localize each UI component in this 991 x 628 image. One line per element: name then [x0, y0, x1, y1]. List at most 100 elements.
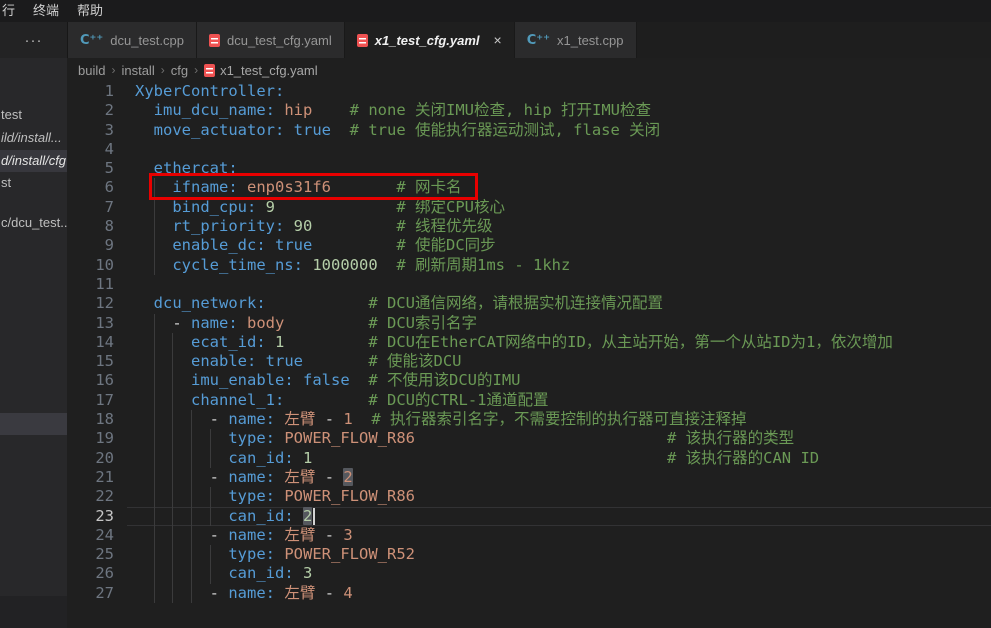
- code-token: enp0s31f6: [247, 178, 331, 196]
- code-token: [415, 429, 667, 447]
- indent-guide: [191, 410, 192, 429]
- menu-item-行[interactable]: 行: [0, 0, 24, 22]
- tab-label: dcu_test.cpp: [110, 33, 184, 48]
- code-token: -: [135, 526, 228, 544]
- code-line[interactable]: enable: true # 使能该DCU: [127, 352, 991, 371]
- code-token: -: [315, 410, 343, 428]
- code-token: [256, 198, 265, 216]
- breadcrumb-item-file[interactable]: x1_test_cfg.yaml: [204, 63, 318, 78]
- menu-item-帮助[interactable]: 帮助: [68, 0, 112, 22]
- code-line[interactable]: can_id: 1 # 该执行器的CAN ID: [127, 449, 991, 468]
- code-token: false: [303, 371, 350, 389]
- code-token: [266, 294, 369, 312]
- code-token: true: [275, 236, 312, 254]
- code-token: [135, 564, 228, 582]
- code-row: 13 - name: body # DCU索引名字: [67, 314, 991, 333]
- indent-guide: [172, 526, 173, 545]
- tab-label: x1_test_cfg.yaml: [375, 33, 480, 48]
- code-line[interactable]: XyberController:: [127, 82, 991, 101]
- code-token: ifname:: [172, 178, 237, 196]
- code-line[interactable]: can_id: 2: [127, 507, 991, 526]
- code-line[interactable]: rt_priority: 90 # 线程优先级: [127, 217, 991, 236]
- code-token: imu_enable:: [191, 371, 294, 389]
- code-line[interactable]: imu_enable: false # 不使用该DCU的IMU: [127, 371, 991, 390]
- breadcrumb-item-install[interactable]: install: [121, 63, 154, 78]
- code-token: # 该执行器的CAN ID: [667, 449, 819, 467]
- code-token: [135, 121, 154, 139]
- code-token: [135, 449, 228, 467]
- code-line[interactable]: enable_dc: true # 使能DC同步: [127, 236, 991, 255]
- sidebar-item[interactable]: st: [0, 172, 67, 194]
- code-token: true: [294, 121, 331, 139]
- menu-item-终端[interactable]: 终端: [24, 0, 68, 22]
- code-line[interactable]: imu_dcu_name: hip # none 关闭IMU检查, hip 打开…: [127, 101, 991, 120]
- close-icon[interactable]: ×: [494, 33, 502, 47]
- code-line[interactable]: type: POWER_FLOW_R52: [127, 545, 991, 564]
- breadcrumb: build›install›cfg›x1_test_cfg.yaml: [67, 58, 991, 82]
- code-row: 12 dcu_network: # DCU通信网络，请根据实机连接情况配置: [67, 294, 991, 313]
- code-token: enable_dc:: [172, 236, 265, 254]
- line-number: 1: [67, 82, 127, 101]
- code-row: 15 enable: true # 使能该DCU: [67, 352, 991, 371]
- breadcrumb-item-cfg[interactable]: cfg: [171, 63, 188, 78]
- code-line[interactable]: bind_cpu: 9 # 绑定CPU核心: [127, 198, 991, 217]
- tab-x1_test.cpp[interactable]: C⁺⁺x1_test.cpp: [515, 22, 637, 58]
- code-line[interactable]: - name: 左臂 - 1 # 执行器索引名字，不需要控制的执行器可直接注释掉: [127, 410, 991, 429]
- indent-guide: [191, 507, 192, 526]
- tab-bar-empty-space: [637, 22, 991, 58]
- indent-guide: [210, 487, 211, 506]
- indent-guide: [172, 449, 173, 468]
- code-line[interactable]: type: POWER_FLOW_R86: [127, 487, 991, 506]
- sidebar-item[interactable]: d/install/cfg: [0, 150, 67, 172]
- indent-guide: [172, 352, 173, 371]
- code-token: # 该执行器的类型: [667, 429, 794, 447]
- chevron-right-icon: ›: [111, 63, 115, 77]
- code-line[interactable]: move_actuator: true # true 使能执行器运动测试, fl…: [127, 121, 991, 140]
- sidebar-item[interactable]: ild/install...: [0, 127, 67, 149]
- code-token: [312, 217, 396, 235]
- text-cursor: [313, 508, 315, 525]
- code-line[interactable]: - name: 左臂 - 2: [127, 468, 991, 487]
- tab-dcu_test_cfg.yaml[interactable]: dcu_test_cfg.yaml: [197, 22, 345, 58]
- code-line[interactable]: dcu_network: # DCU通信网络，请根据实机连接情况配置: [127, 294, 991, 313]
- code-line[interactable]: - name: body # DCU索引名字: [127, 314, 991, 333]
- tab-dcu_test.cpp[interactable]: C⁺⁺dcu_test.cpp: [68, 22, 197, 58]
- indent-guide: [172, 507, 173, 526]
- sidebar-item[interactable]: c/dcu_test...: [0, 212, 67, 234]
- code-token: dcu_network:: [154, 294, 266, 312]
- tab-overflow-button[interactable]: ···: [0, 22, 68, 58]
- code-line[interactable]: type: POWER_FLOW_R86 # 该执行器的类型: [127, 429, 991, 448]
- line-number: 8: [67, 217, 127, 236]
- code-row: 25 type: POWER_FLOW_R52: [67, 545, 991, 564]
- line-number: 23: [67, 507, 127, 526]
- indent-guide: [210, 564, 211, 583]
- code-row: 19 type: POWER_FLOW_R86 # 该执行器的类型: [67, 429, 991, 448]
- code-line[interactable]: channel_1: # DCU的CTRL-1通道配置: [127, 391, 991, 410]
- sidebar-item[interactable]: test: [0, 104, 67, 126]
- code-line[interactable]: - name: 左臂 - 3: [127, 526, 991, 545]
- indent-guide: [154, 391, 155, 410]
- code-row: 14 ecat_id: 1 # DCU在EtherCAT网络中的ID，从主站开始…: [67, 333, 991, 352]
- code-editor[interactable]: 1XyberController: 2 imu_dcu_name: hip # n…: [67, 82, 991, 628]
- code-line[interactable]: ecat_id: 1 # DCU在EtherCAT网络中的ID，从主站开始，第一…: [127, 333, 991, 352]
- tab-x1_test_cfg.yaml[interactable]: x1_test_cfg.yaml ×: [345, 22, 515, 58]
- code-row: 24 - name: 左臂 - 3: [67, 526, 991, 545]
- code-token: enable:: [191, 352, 256, 370]
- code-line[interactable]: can_id: 3: [127, 564, 991, 583]
- line-number: 20: [67, 449, 127, 468]
- cpp-file-icon: C⁺⁺: [527, 33, 550, 48]
- line-number: 12: [67, 294, 127, 313]
- code-line[interactable]: - name: 左臂 - 4: [127, 584, 991, 603]
- code-token: [331, 121, 350, 139]
- code-line[interactable]: cycle_time_ns: 1000000 # 刷新周期1ms - 1khz: [127, 256, 991, 275]
- code-line[interactable]: [127, 275, 991, 294]
- breadcrumb-item-build[interactable]: build: [78, 63, 105, 78]
- code-line[interactable]: [127, 140, 991, 159]
- code-token: [284, 314, 368, 332]
- code-line[interactable]: ethercat:: [127, 159, 991, 178]
- editor-group: build›install›cfg›x1_test_cfg.yaml 1Xybe…: [67, 58, 991, 628]
- code-line[interactable]: ifname: enp0s31f6 # 网卡名: [127, 178, 991, 197]
- sidebar-selection-bar[interactable]: [0, 413, 67, 435]
- word-highlight: 2: [343, 468, 352, 486]
- code-token: # 使能DC同步: [396, 236, 495, 254]
